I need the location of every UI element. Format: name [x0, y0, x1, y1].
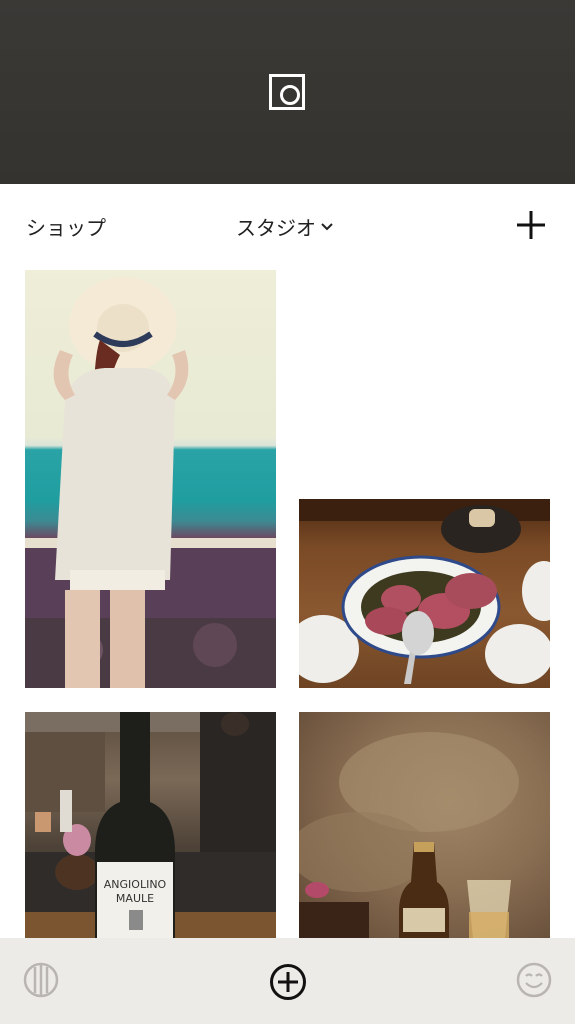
tab-shop[interactable]: ショップ — [26, 212, 106, 241]
photo-tile[interactable] — [299, 712, 550, 938]
smile-face-icon[interactable] — [516, 962, 552, 998]
plus-icon[interactable] — [515, 209, 547, 241]
add-circle-icon[interactable] — [269, 963, 307, 1001]
svg-text:ANGIOLINO: ANGIOLINO — [104, 878, 167, 891]
studio-label: スタジオ — [236, 216, 316, 240]
photo-tile[interactable]: ANGIOLINO MAULE — [25, 712, 276, 938]
camera-preview — [0, 0, 575, 184]
photo-image — [299, 732, 519, 938]
studio-dropdown[interactable]: スタジオ — [236, 212, 334, 241]
shutter-icon[interactable] — [269, 74, 305, 110]
photo-image: ANGIOLINO MAULE — [25, 712, 276, 938]
nav-bar: ショップ スタジオ — [0, 184, 575, 264]
chevron-down-icon — [321, 222, 333, 230]
columns-icon[interactable] — [23, 962, 59, 998]
photo-image — [299, 499, 550, 684]
photo-tile[interactable] — [25, 270, 276, 688]
svg-text:MAULE: MAULE — [116, 892, 154, 905]
photo-tile[interactable] — [299, 499, 550, 688]
photo-image — [25, 277, 276, 688]
